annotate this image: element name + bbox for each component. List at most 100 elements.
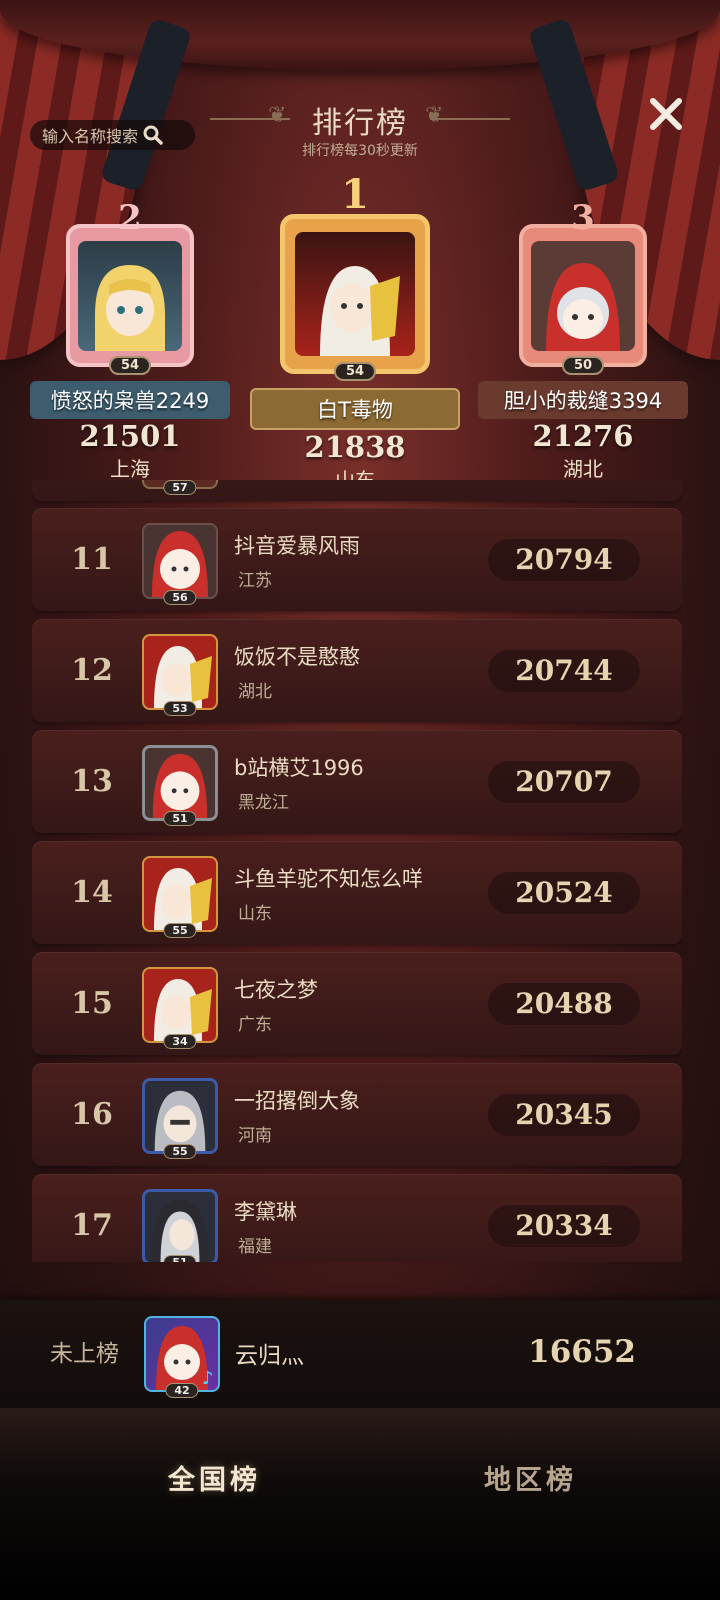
avatar: 53: [142, 634, 218, 716]
blonde-hero-icon: [95, 264, 165, 351]
player-name: 斗鱼羊驼不知怎么咩: [234, 867, 423, 891]
rank-badge: 1: [341, 171, 369, 218]
player-name: 抖音爱暴风雨: [234, 534, 360, 558]
my-rank-bar[interactable]: 未上榜 ♪ 42 云归灬 16652: [0, 1300, 720, 1408]
my-rank-status: 未上榜: [50, 1341, 119, 1367]
avatar: [78, 240, 182, 351]
podium-first[interactable]: 1 54 白T毒物 21838 山东: [250, 170, 460, 493]
rank-number: 17: [71, 1208, 113, 1243]
player-score: 20744: [488, 650, 640, 692]
rank-number: 11: [71, 542, 113, 577]
player-region: 上海: [110, 457, 150, 481]
player-score: 20794: [488, 539, 640, 581]
player-region: 广东: [238, 1015, 272, 1035]
level-badge: 51: [163, 1255, 197, 1262]
player-score: 21838: [304, 430, 406, 464]
player-region: 湖北: [563, 457, 603, 481]
player-score: 20334: [488, 1205, 640, 1247]
nun-gold-icon: [154, 646, 212, 708]
red-hood-icon: [152, 531, 208, 597]
avatar: 55: [142, 856, 218, 938]
rank-number: 12: [71, 653, 113, 688]
search-placeholder: 输入名称搜索: [42, 127, 139, 146]
level-badge: 54: [108, 356, 152, 375]
player-region: 河南: [238, 1126, 272, 1146]
avatar-frame: 1 54: [280, 171, 430, 381]
player-region: 湖北: [238, 682, 272, 702]
avatar: 55: [142, 1078, 218, 1159]
player-name: 七夜之梦: [234, 978, 318, 1002]
player-region: 江苏: [238, 571, 272, 591]
red-hood-icon: [546, 262, 620, 351]
list-item[interactable]: 16 55 一招撂倒大象 河南 20345: [32, 1063, 682, 1166]
close-icon: [650, 98, 682, 130]
rank-number: 13: [71, 764, 113, 799]
rank-number: 15: [71, 986, 113, 1021]
level-badge: 56: [163, 590, 197, 605]
list-item[interactable]: 17 51 李黛琳 福建 20334: [32, 1174, 682, 1262]
player-name: 白T毒物: [250, 388, 460, 430]
avatar: 57: [142, 480, 218, 495]
avatar: [295, 232, 415, 356]
level-badge: 50: [561, 356, 605, 375]
rank-badge: 2: [118, 198, 142, 238]
player-region: 山东: [238, 904, 272, 924]
close-button[interactable]: [642, 90, 690, 138]
search-input[interactable]: 输入名称搜索: [30, 120, 195, 150]
player-name: 饭饭不是憨憨: [234, 645, 360, 669]
player-score: 20524: [488, 872, 640, 914]
player-name: b站横艾1996: [234, 756, 364, 780]
player-name: 李黛琳: [234, 1200, 297, 1224]
avatar: 34: [142, 967, 218, 1049]
avatar: 51: [142, 745, 218, 826]
list-item[interactable]: 11 56 抖音爱暴风雨 江苏 20794: [32, 508, 682, 611]
player-score: 20488: [488, 983, 640, 1025]
avatar-frame: 3 50: [519, 198, 647, 375]
level-badge: 51: [163, 811, 197, 826]
level-badge: 55: [163, 1144, 197, 1159]
rank-number: 14: [71, 875, 113, 910]
level-badge: 34: [163, 1034, 197, 1049]
dark-hood-icon: [150, 1199, 210, 1262]
grey-hair-icon: [154, 1090, 206, 1151]
avatar: 51: [142, 1189, 218, 1262]
level-badge: 54: [333, 362, 377, 381]
player-score: 20345: [488, 1094, 640, 1136]
nun-gold-icon: [154, 979, 212, 1041]
list-item[interactable]: 14 55 斗鱼羊驼不知怎么咩 山东 20524: [32, 841, 682, 944]
level-badge: 53: [163, 701, 197, 716]
player-score: 21501: [79, 419, 181, 453]
level-badge: 55: [163, 923, 197, 938]
list-item[interactable]: 57: [32, 480, 682, 501]
tab-national[interactable]: 全国榜: [168, 1458, 261, 1497]
my-name: 云归灬: [235, 1343, 304, 1369]
avatar-frame: 2 54: [66, 198, 194, 375]
bottom-tabs: 全国榜 地区榜: [0, 1408, 720, 1600]
rank-badge: 3: [571, 198, 595, 238]
svg-text:♪: ♪: [202, 1368, 214, 1389]
red-hood-silver-icon: [152, 753, 208, 818]
my-score: 16652: [528, 1334, 636, 1370]
list-item[interactable]: 12 53 饭饭不是憨憨 湖北 20744: [32, 619, 682, 722]
level-badge: 42: [165, 1383, 199, 1398]
podium-third[interactable]: 3 50 胆小的裁缝3394 21276 湖北: [478, 198, 688, 482]
player-region: 黑龙江: [238, 793, 289, 813]
player-score: 21276: [532, 419, 634, 453]
search-icon: [143, 125, 163, 145]
player-name: 胆小的裁缝3394: [478, 381, 688, 419]
avatar: [531, 240, 635, 351]
red-hood-music-icon: ♪: [156, 1326, 214, 1390]
avatar: 56: [142, 523, 218, 605]
my-avatar: ♪ 42: [144, 1316, 220, 1398]
player-name: 一招撂倒大象: [234, 1089, 360, 1113]
player-name: 愤怒的枭兽2249: [30, 381, 230, 419]
nun-gold-icon: [154, 868, 212, 930]
list-item[interactable]: 15 34 七夜之梦 广东 20488: [32, 952, 682, 1055]
podium-second[interactable]: 2 54 愤怒的枭兽2249 21501 上海: [30, 198, 230, 482]
ranking-list[interactable]: 57 11 56 抖音爱暴风雨 江苏 20794 12 53 饭饭不是憨憨 湖北…: [32, 480, 682, 1262]
tab-regional[interactable]: 地区榜: [484, 1458, 577, 1497]
rank-number: 16: [71, 1097, 113, 1132]
list-item[interactable]: 13 51 b站横艾1996 黑龙江 20707: [32, 730, 682, 833]
nun-gold-icon: [320, 266, 400, 356]
player-region: 福建: [238, 1237, 272, 1257]
